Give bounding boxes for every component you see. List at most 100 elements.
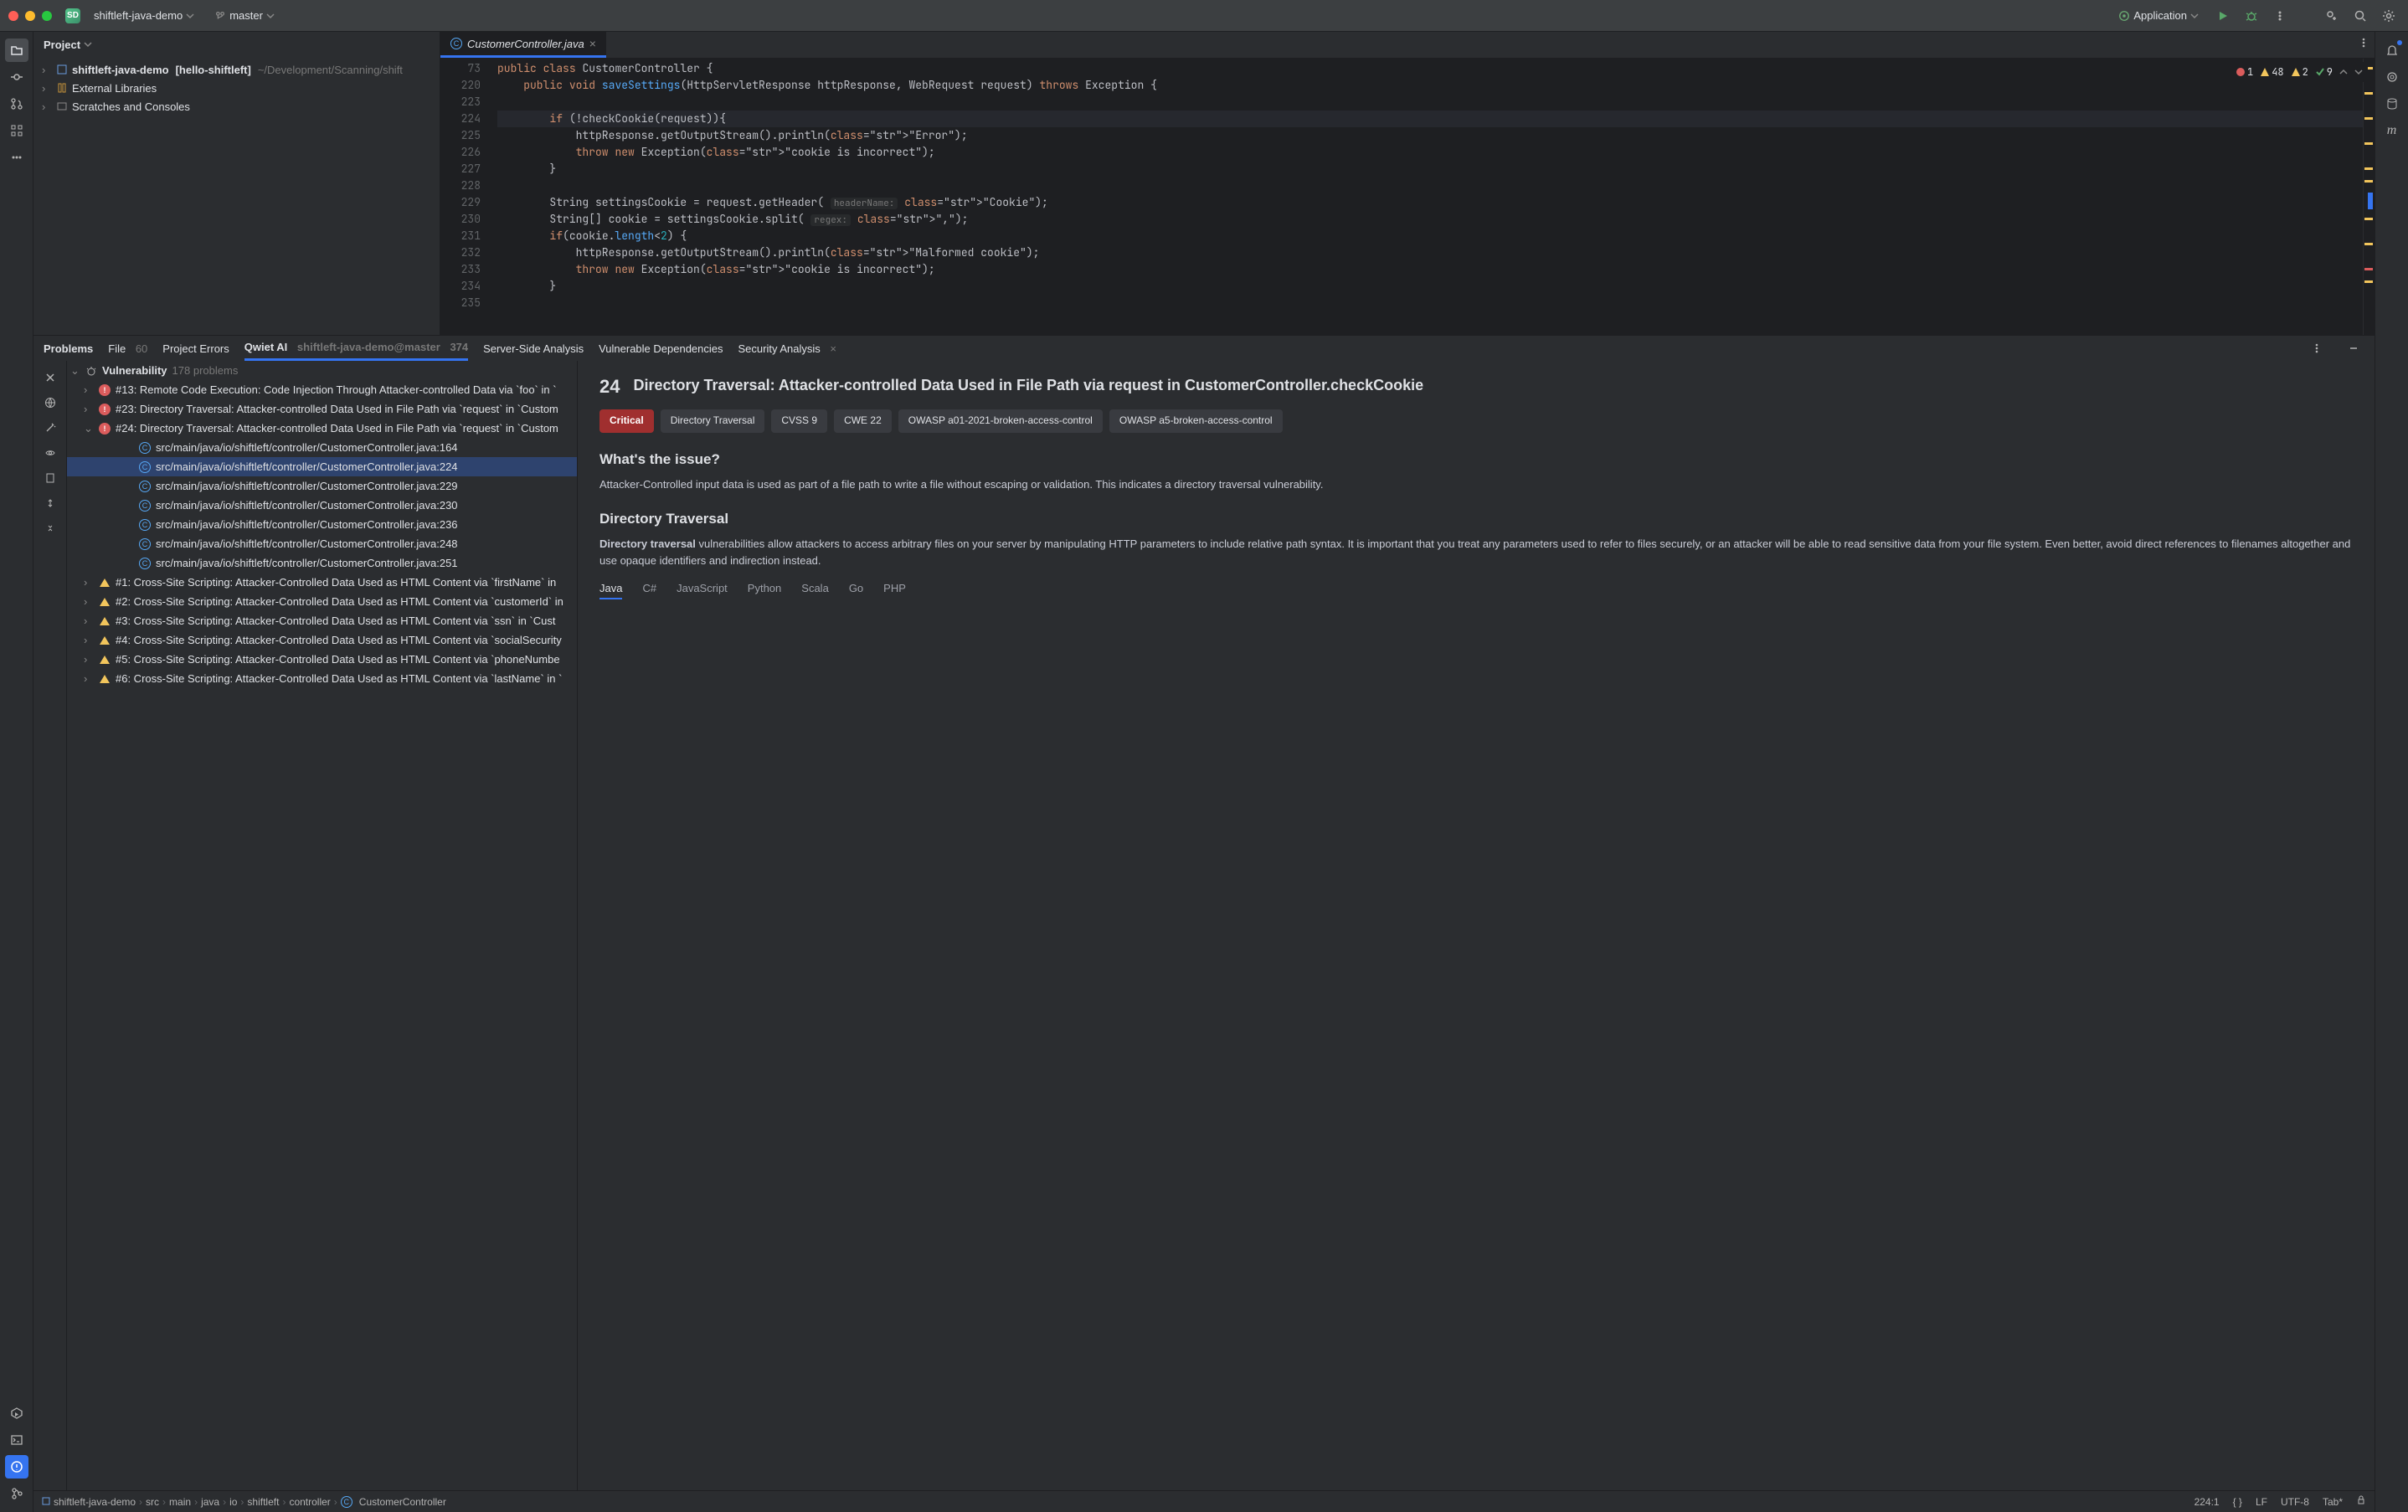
tab-server-side[interactable]: Server-Side Analysis bbox=[483, 336, 584, 361]
code-with-me-button[interactable] bbox=[2321, 5, 2343, 27]
hide-tool-button[interactable] bbox=[2343, 337, 2364, 359]
vcs-branch-selector[interactable]: master bbox=[208, 6, 281, 25]
tab-security-analysis[interactable]: Security Analysis × bbox=[738, 336, 836, 361]
vcs-tool-button[interactable] bbox=[5, 1482, 28, 1505]
issue-location-row[interactable]: Csrc/main/java/io/shiftleft/controller/C… bbox=[67, 534, 577, 553]
readonly-toggle[interactable] bbox=[2356, 1495, 2366, 1508]
structure-tool-button[interactable] bbox=[5, 119, 28, 142]
project-tree[interactable]: › shiftleft-java-demo [hello-shiftleft] … bbox=[33, 57, 440, 119]
issue-location-row[interactable]: Csrc/main/java/io/shiftleft/controller/C… bbox=[67, 515, 577, 534]
breadcrumb[interactable]: shiftleft-java-demo›src›main›java›io›shi… bbox=[42, 1496, 446, 1508]
tree-scratches[interactable]: › Scratches and Consoles bbox=[33, 97, 440, 116]
debug-button[interactable] bbox=[2241, 5, 2262, 27]
run-config-selector[interactable]: Application bbox=[2112, 6, 2205, 25]
breadcrumb-segment[interactable]: shiftleft-java-demo bbox=[54, 1496, 136, 1508]
project-panel-header[interactable]: Project bbox=[33, 32, 440, 57]
problems-tool-button[interactable] bbox=[5, 1455, 28, 1479]
commit-tool-button[interactable] bbox=[5, 65, 28, 89]
doc-button[interactable] bbox=[39, 466, 62, 490]
language-tab[interactable]: Python bbox=[748, 582, 781, 599]
tree-root[interactable]: › shiftleft-java-demo [hello-shiftleft] … bbox=[33, 60, 440, 79]
tree-external-libs[interactable]: › External Libraries bbox=[33, 79, 440, 97]
breadcrumb-segment[interactable]: main bbox=[169, 1496, 191, 1508]
editor-tab-options[interactable] bbox=[2353, 32, 2375, 54]
language-tab[interactable]: PHP bbox=[883, 582, 906, 599]
issue-row[interactable]: ›#1: Cross-Site Scripting: Attacker-Cont… bbox=[67, 573, 577, 592]
pull-requests-tool-button[interactable] bbox=[5, 92, 28, 116]
encoding[interactable]: UTF-8 bbox=[2281, 1496, 2309, 1508]
issue-row[interactable]: ›!#13: Remote Code Execution: Code Injec… bbox=[67, 380, 577, 399]
issues-tree[interactable]: ⌄ Vulnerability 178 problems›!#13: Remot… bbox=[67, 361, 578, 1490]
ai-tool-button[interactable] bbox=[2380, 65, 2404, 89]
issue-row[interactable]: ›#4: Cross-Site Scripting: Attacker-Cont… bbox=[67, 630, 577, 650]
project-selector[interactable]: shiftleft-java-demo bbox=[87, 6, 201, 25]
tab-qwiet-ai[interactable]: Qwiet AI shiftleft-java-demo@master 374 bbox=[244, 336, 468, 361]
zoom-window-button[interactable] bbox=[42, 11, 52, 21]
wand-button[interactable] bbox=[39, 416, 62, 440]
breadcrumb-segment[interactable]: io bbox=[229, 1496, 237, 1508]
issue-row[interactable]: ›#2: Cross-Site Scripting: Attacker-Cont… bbox=[67, 592, 577, 611]
expand-button[interactable] bbox=[39, 491, 62, 515]
language-tab[interactable]: Scala bbox=[801, 582, 829, 599]
tab-vuln-deps[interactable]: Vulnerable Dependencies bbox=[599, 336, 723, 361]
warning-count[interactable]: 48 bbox=[2260, 64, 2283, 80]
tab-file[interactable]: File 60 bbox=[108, 336, 147, 361]
maven-tool-button[interactable]: m bbox=[2380, 119, 2404, 142]
indent[interactable]: Tab* bbox=[2323, 1496, 2343, 1508]
issue-location-row[interactable]: Csrc/main/java/io/shiftleft/controller/C… bbox=[67, 457, 577, 476]
editor-body[interactable]: 7322022322422522622722822923023123223323… bbox=[440, 59, 2375, 335]
language-tab[interactable]: Go bbox=[849, 582, 863, 599]
issue-location-row[interactable]: Csrc/main/java/io/shiftleft/controller/C… bbox=[67, 496, 577, 515]
issue-row[interactable]: ⌄!#24: Directory Traversal: Attacker-con… bbox=[67, 419, 577, 438]
braces-icon[interactable]: { } bbox=[2233, 1496, 2242, 1508]
close-icon[interactable]: × bbox=[830, 342, 836, 355]
tab-problems[interactable]: Problems bbox=[44, 336, 93, 361]
language-tab[interactable]: JavaScript bbox=[677, 582, 728, 599]
preview-button[interactable] bbox=[39, 441, 62, 465]
issue-row[interactable]: ›#5: Cross-Site Scripting: Attacker-Cont… bbox=[67, 650, 577, 669]
notifications-button[interactable] bbox=[2380, 39, 2404, 62]
issue-category-row[interactable]: ⌄ Vulnerability 178 problems bbox=[67, 361, 577, 380]
tool-options-button[interactable] bbox=[2306, 337, 2328, 359]
close-window-button[interactable] bbox=[8, 11, 18, 21]
chevron-down-icon[interactable] bbox=[2354, 68, 2363, 76]
breadcrumb-segment[interactable]: java bbox=[201, 1496, 219, 1508]
more-actions-button[interactable] bbox=[2269, 5, 2291, 27]
close-tree-button[interactable] bbox=[39, 366, 62, 389]
ok-count[interactable]: 9 bbox=[2315, 64, 2333, 80]
search-everywhere-button[interactable] bbox=[2349, 5, 2371, 27]
issue-row[interactable]: ›!#23: Directory Traversal: Attacker-con… bbox=[67, 399, 577, 419]
issue-row[interactable]: ›#6: Cross-Site Scripting: Attacker-Cont… bbox=[67, 669, 577, 688]
more-tools-button[interactable] bbox=[5, 146, 28, 169]
line-ending[interactable]: LF bbox=[2256, 1496, 2267, 1508]
typo-count[interactable]: 2 bbox=[2291, 64, 2308, 80]
inspections-widget[interactable]: 1 48 2 9 bbox=[2230, 62, 2368, 82]
breadcrumb-segment[interactable]: controller bbox=[289, 1496, 330, 1508]
issue-location-row[interactable]: Csrc/main/java/io/shiftleft/controller/C… bbox=[67, 438, 577, 457]
cursor-position[interactable]: 224:1 bbox=[2194, 1496, 2220, 1508]
services-tool-button[interactable] bbox=[5, 1401, 28, 1425]
tab-project-errors[interactable]: Project Errors bbox=[162, 336, 229, 361]
editor-tab[interactable]: C CustomerController.java × bbox=[440, 32, 606, 58]
code-area[interactable]: public class CustomerController { public… bbox=[487, 59, 2363, 335]
issue-location-row[interactable]: Csrc/main/java/io/shiftleft/controller/C… bbox=[67, 553, 577, 573]
language-tab[interactable]: C# bbox=[642, 582, 656, 599]
run-button[interactable] bbox=[2212, 5, 2234, 27]
breadcrumb-segment[interactable]: src bbox=[146, 1496, 159, 1508]
issue-location-row[interactable]: Csrc/main/java/io/shiftleft/controller/C… bbox=[67, 476, 577, 496]
language-tab[interactable]: Java bbox=[599, 582, 622, 599]
web-button[interactable] bbox=[39, 391, 62, 414]
issue-detail-pane[interactable]: 24 Directory Traversal: Attacker-control… bbox=[578, 361, 2375, 1490]
settings-button[interactable] bbox=[2378, 5, 2400, 27]
marker-strip[interactable] bbox=[2363, 59, 2375, 335]
database-tool-button[interactable] bbox=[2380, 92, 2404, 116]
close-tab-button[interactable]: × bbox=[589, 37, 596, 50]
breadcrumb-segment[interactable]: CustomerController bbox=[359, 1496, 446, 1508]
chevron-up-icon[interactable] bbox=[2339, 68, 2348, 76]
collapse-button[interactable] bbox=[39, 517, 62, 540]
issue-row[interactable]: ›#3: Cross-Site Scripting: Attacker-Cont… bbox=[67, 611, 577, 630]
project-tool-button[interactable] bbox=[5, 39, 28, 62]
error-count[interactable]: 1 bbox=[2236, 64, 2253, 80]
minimize-window-button[interactable] bbox=[25, 11, 35, 21]
terminal-tool-button[interactable] bbox=[5, 1428, 28, 1452]
